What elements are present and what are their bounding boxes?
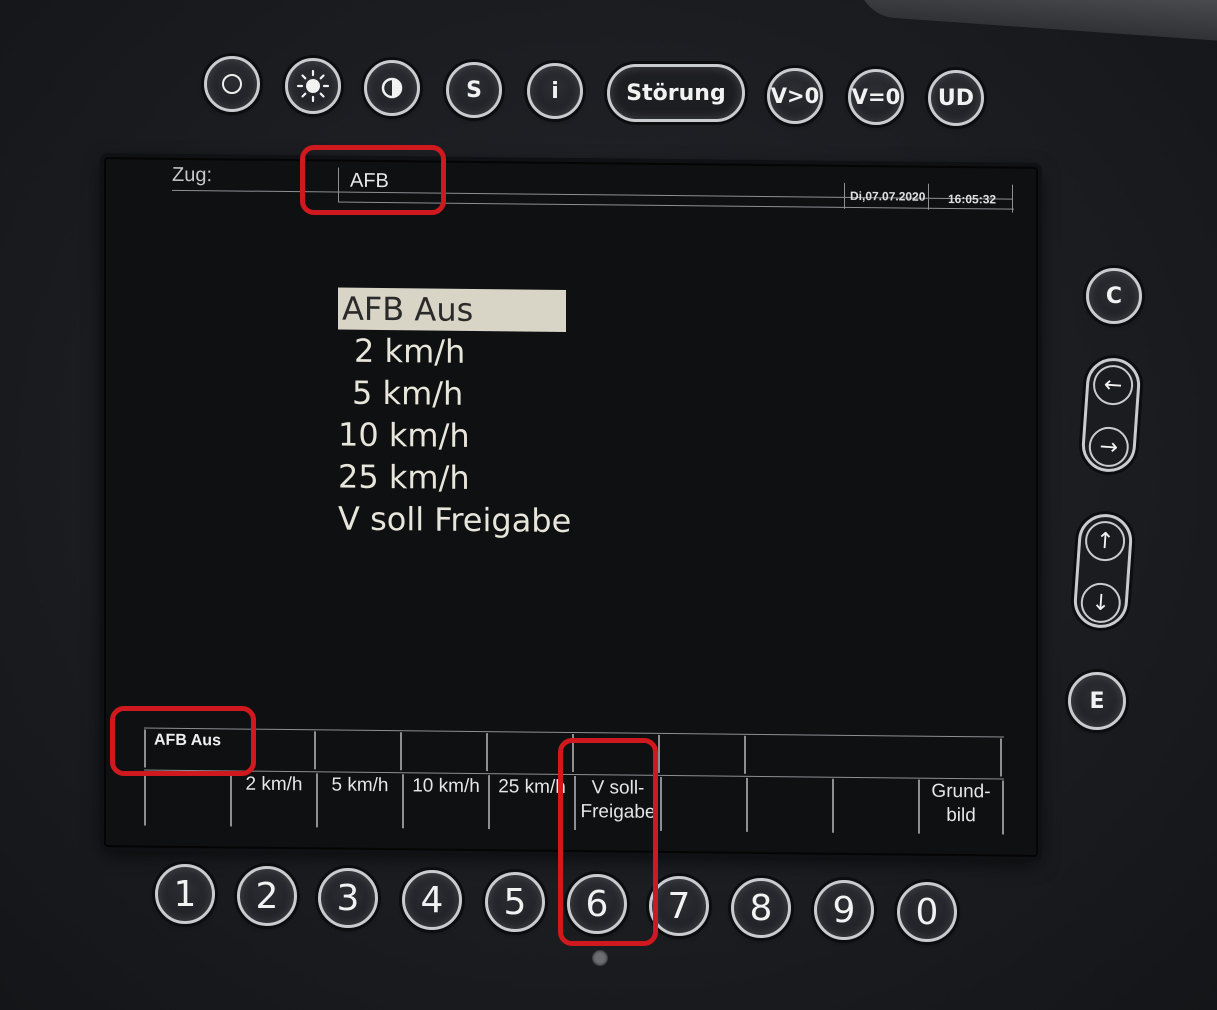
arrow-right-glyph: → <box>1098 433 1119 461</box>
number-label: 6 <box>585 883 609 925</box>
menu-item-25kmh[interactable]: 25 km/h <box>338 456 572 500</box>
softkey-2[interactable]: 2 km/h <box>230 772 316 828</box>
status-cell <box>400 732 486 772</box>
s-button[interactable]: S <box>446 62 502 118</box>
softkey-0[interactable]: Grund- bild <box>918 779 1004 835</box>
softkey-3[interactable]: 5 km/h <box>316 773 402 829</box>
arrow-left-glyph: ← <box>1103 371 1124 399</box>
stoerung-button[interactable]: Störung <box>607 64 745 122</box>
number-label: 5 <box>503 881 527 923</box>
time-separator <box>928 183 929 210</box>
number-button-2[interactable]: 2 <box>237 866 297 926</box>
status-cell <box>572 734 658 773</box>
status-cell <box>658 734 744 774</box>
left-right-rocker: ← → <box>1080 356 1142 474</box>
softkey-6[interactable]: V soll- Freigabe <box>574 776 660 831</box>
menu-item-2kmh[interactable]: 2 km/h <box>338 330 572 374</box>
status-cell <box>144 729 314 770</box>
number-button-4[interactable]: 4 <box>402 870 462 930</box>
number-label: 2 <box>255 875 279 917</box>
brightness-button[interactable] <box>285 58 341 114</box>
panel-edge <box>855 0 1217 45</box>
up-down-rocker: ↑ ↓ <box>1072 512 1134 630</box>
number-button-1[interactable]: 1 <box>155 864 215 924</box>
s-button-label: S <box>466 77 482 103</box>
number-button-5[interactable]: 5 <box>485 872 545 932</box>
softkey-9[interactable] <box>832 778 918 834</box>
arrow-down-glyph: ↓ <box>1090 589 1111 617</box>
number-button-0[interactable]: 0 <box>897 882 957 942</box>
zug-label: Zug: <box>172 163 213 187</box>
ring-icon <box>222 74 242 94</box>
softkey-4[interactable]: 10 km/h <box>402 774 488 830</box>
display-screen: Zug: AFB Di,07.07.2020 16:05:32 AFB Aus … <box>104 157 1038 857</box>
number-button-8[interactable]: 8 <box>731 878 791 938</box>
e-button-label: E <box>1089 688 1105 714</box>
arrow-down-icon[interactable]: ↓ <box>1079 581 1123 625</box>
status-cell <box>486 733 572 773</box>
status-led <box>592 950 608 966</box>
zug-separator <box>338 167 339 202</box>
c-button-label: C <box>1105 283 1123 309</box>
ud-button-label: UD <box>937 85 975 111</box>
info-button[interactable]: i <box>527 63 583 119</box>
info-button-label: i <box>551 78 559 104</box>
number-label: 3 <box>336 877 360 919</box>
menu-item-5kmh[interactable]: 5 km/h <box>338 372 572 416</box>
time-display: 16:05:32 <box>948 191 997 207</box>
number-button-7[interactable]: 7 <box>649 876 709 936</box>
menu-item-v-soll-freigabe[interactable]: V soll Freigabe <box>338 498 572 542</box>
v-equals-zero-label: V=0 <box>851 85 901 109</box>
number-label: 0 <box>915 891 939 933</box>
status-cell <box>314 731 400 771</box>
header-right-edge <box>1012 184 1013 213</box>
menu-item-10kmh[interactable]: 10 km/h <box>338 414 572 458</box>
arrow-up-glyph: ↑ <box>1095 527 1116 555</box>
status-cell <box>744 735 1002 777</box>
stoerung-button-label: Störung <box>626 80 726 106</box>
e-button[interactable]: E <box>1068 672 1126 730</box>
date-separator <box>844 182 845 209</box>
number-label: 4 <box>420 879 444 921</box>
softkey-7[interactable] <box>660 776 746 832</box>
arrow-left-icon[interactable]: ← <box>1091 363 1135 407</box>
arrow-up-icon[interactable]: ↑ <box>1083 519 1127 563</box>
number-button-9[interactable]: 9 <box>814 880 874 940</box>
afb-speed-menu: AFB Aus 2 km/h 5 km/h 10 km/h 25 km/h V … <box>338 287 572 542</box>
c-button[interactable]: C <box>1086 268 1142 324</box>
v-equals-zero-button[interactable]: V=0 <box>848 69 904 125</box>
v-greater-zero-button[interactable]: V>0 <box>767 68 823 124</box>
softkey-1[interactable] <box>144 771 230 827</box>
number-label: 9 <box>832 889 856 931</box>
softkey-5[interactable]: 25 km/h <box>488 775 574 831</box>
contrast-button[interactable] <box>364 60 420 116</box>
zug-value: AFB <box>350 169 389 193</box>
number-label: 8 <box>749 887 773 929</box>
date-display: Di,07.07.2020 <box>850 188 926 204</box>
arrow-right-icon[interactable]: → <box>1087 425 1131 469</box>
number-label: 1 <box>173 873 197 915</box>
number-button-6[interactable]: 6 <box>567 874 627 934</box>
number-button-3[interactable]: 3 <box>318 868 378 928</box>
ring-icon-button[interactable] <box>204 56 260 112</box>
menu-item-afb-aus[interactable]: AFB Aus <box>338 287 566 332</box>
number-label: 7 <box>667 885 691 927</box>
ud-button[interactable]: UD <box>928 70 984 126</box>
v-greater-zero-label: V>0 <box>770 84 820 108</box>
softkey-8[interactable] <box>746 777 832 833</box>
sun-icon <box>296 69 330 103</box>
contrast-icon <box>381 77 403 99</box>
